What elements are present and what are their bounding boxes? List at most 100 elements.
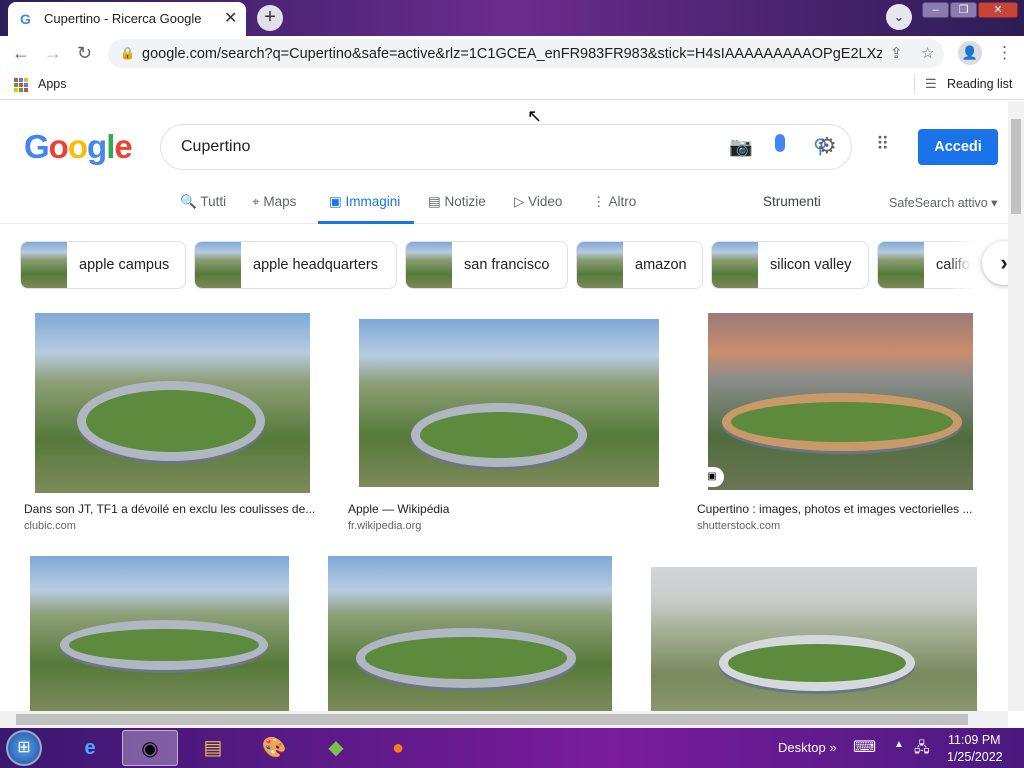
apple-park-ring	[411, 403, 587, 467]
bookmark-divider	[914, 74, 915, 94]
chip-amazon[interactable]: amazon	[576, 241, 703, 289]
apple-park-ring	[722, 393, 962, 451]
result-image[interactable]: ▣	[708, 313, 973, 490]
result-caption[interactable]: Dans son JT, TF1 a dévoilé en exclu les …	[24, 502, 320, 516]
close-window-button[interactable]: ✕	[978, 2, 1018, 18]
chip-thumbnail	[878, 242, 924, 288]
chip-label: silicon valley	[770, 257, 852, 273]
apple-park-ring	[77, 381, 265, 461]
active-tab-indicator	[318, 221, 414, 224]
google-apps-icon[interactable]: ⠿	[876, 134, 889, 155]
clock-time[interactable]: 11:09 PM	[948, 733, 1001, 747]
profile-avatar-icon[interactable]: 👤	[958, 41, 982, 65]
reading-list-icon[interactable]: ☰	[925, 76, 937, 92]
apps-bookmark[interactable]: Apps	[38, 77, 67, 91]
result-caption[interactable]: Cupertino : images, photos et images vec…	[697, 502, 984, 516]
result-source[interactable]: clubic.com	[24, 520, 76, 532]
back-icon[interactable]: ←	[12, 43, 30, 64]
share-icon[interactable]: ⇪	[890, 44, 903, 62]
apps-grid-icon[interactable]	[14, 78, 28, 92]
tab-notizie[interactable]: ▤ Notizie	[428, 194, 486, 210]
chip-apple-campus[interactable]: apple campus	[20, 241, 186, 289]
safesearch-dropdown[interactable]: SafeSearch attivo ▾	[889, 195, 997, 210]
image-badge-icon: ▣	[708, 467, 724, 487]
paint-icon[interactable]: 🎨	[246, 730, 302, 766]
keyboard-icon[interactable]: ⌨	[853, 737, 876, 757]
tab-altro[interactable]: ⋮ Altro	[592, 194, 636, 210]
tab-video[interactable]: ▷ Video	[514, 194, 562, 210]
search-box[interactable]: Cupertino 📷 ⚲	[160, 124, 852, 170]
address-bar[interactable]: 🔒 google.com/search?q=Cupertino&safe=act…	[108, 39, 944, 68]
tab-search-button[interactable]: ⌄	[886, 4, 912, 30]
tab-immagini[interactable]: ▣ Immagini	[329, 194, 400, 210]
lock-icon[interactable]: 🔒	[120, 46, 135, 60]
result-image[interactable]	[651, 567, 977, 711]
browser-toolbar: ← → ↻ 🔒 google.com/search?q=Cupertino&sa…	[0, 36, 1024, 70]
google-header: Google Cupertino 📷 ⚲ ⚙ ⠿ Accedi 🔍 Tutti …	[0, 101, 1010, 224]
result-source[interactable]: fr.wikipedia.org	[348, 520, 421, 532]
result-image[interactable]	[30, 556, 289, 711]
file-explorer-icon[interactable]: ▤	[185, 730, 241, 766]
desktop-toolbar[interactable]: Desktop »	[778, 740, 837, 755]
sign-in-button[interactable]: Accedi	[918, 129, 998, 165]
menu-kebab-icon[interactable]: ⋮	[996, 43, 1013, 63]
chip-thumbnail	[577, 242, 623, 288]
chip-label: apple headquarters	[253, 257, 378, 273]
chrome-icon[interactable]: ◉	[122, 730, 178, 766]
new-tab-button[interactable]: +	[257, 5, 283, 31]
chip-thumbnail	[195, 242, 241, 288]
settings-gear-icon[interactable]: ⚙	[817, 133, 837, 159]
horizontal-scrollbar[interactable]	[0, 711, 1008, 728]
bookmark-star-icon[interactable]: ☆	[921, 44, 934, 62]
windows-taskbar: ⊞ e ◉ ▤ 🎨 ◆ ● Desktop » ⌨ ▲ 🖧 11:09 PM 1…	[0, 728, 1024, 768]
tab-maps[interactable]: ⌖ Maps	[252, 194, 296, 210]
apple-park-ring	[356, 628, 576, 688]
chip-thumbnail	[21, 242, 67, 288]
apple-park-ring	[60, 620, 268, 670]
result-image[interactable]	[328, 556, 612, 711]
google-favicon-icon: G	[20, 11, 31, 27]
browser-tab[interactable]: G Cupertino - Ricerca Google ✕	[8, 2, 246, 36]
chip-label: apple campus	[79, 257, 170, 273]
chip-san-francisco[interactable]: san francisco	[405, 241, 568, 289]
reload-icon[interactable]: ↻	[77, 43, 92, 64]
chip-thumbnail	[406, 242, 452, 288]
result-image[interactable]	[359, 319, 659, 487]
start-button-icon[interactable]: ⊞	[6, 730, 42, 766]
result-source[interactable]: shutterstock.com	[697, 520, 780, 532]
minecraft-icon[interactable]: ◆	[308, 730, 364, 766]
clock-date[interactable]: 1/25/2022	[947, 750, 1003, 764]
camera-icon[interactable]: 📷	[729, 135, 753, 159]
chip-thumbnail	[712, 242, 758, 288]
browser-title-bar: G Cupertino - Ricerca Google ✕ + ⌄ – ❐ ✕	[0, 0, 1024, 36]
chip-apple-headquarters[interactable]: apple headquarters	[194, 241, 397, 289]
tray-expand-icon[interactable]: ▲	[894, 739, 904, 750]
url-text[interactable]: google.com/search?q=Cupertino&safe=activ…	[142, 46, 882, 62]
tools-button[interactable]: Strumenti	[763, 194, 821, 209]
result-image[interactable]	[35, 313, 310, 493]
close-tab-icon[interactable]: ✕	[224, 8, 237, 28]
result-caption[interactable]: Apple — Wikipédia	[348, 502, 668, 516]
apple-park-ring	[719, 635, 915, 691]
google-logo[interactable]: Google	[24, 128, 133, 166]
forward-icon[interactable]: →	[44, 43, 62, 64]
search-input[interactable]: Cupertino	[181, 138, 250, 156]
tab-title: Cupertino - Ricerca Google	[44, 11, 202, 26]
chip-label: san francisco	[464, 257, 550, 273]
microphone-icon[interactable]	[775, 134, 785, 152]
chip-label: amazon	[635, 257, 687, 273]
maximize-button[interactable]: ❐	[950, 2, 977, 18]
chip-silicon-valley[interactable]: silicon valley	[711, 241, 869, 289]
mouse-cursor-icon: ↖	[527, 106, 543, 126]
reading-list-button[interactable]: Reading list	[947, 77, 1012, 91]
network-icon[interactable]: 🖧	[914, 737, 930, 761]
internet-explorer-icon[interactable]: e	[62, 730, 118, 766]
tab-tutti[interactable]: 🔍 Tutti	[180, 194, 226, 210]
vertical-scroll-thumb[interactable]	[1011, 119, 1021, 214]
minimize-button[interactable]: –	[922, 2, 949, 18]
vertical-scrollbar[interactable]	[1008, 101, 1024, 711]
horizontal-scroll-thumb[interactable]	[16, 714, 968, 725]
bookmarks-bar: Apps ☰ Reading list	[0, 70, 1024, 100]
chip-label: califo	[936, 257, 970, 273]
firefox-icon[interactable]: ●	[370, 730, 426, 766]
